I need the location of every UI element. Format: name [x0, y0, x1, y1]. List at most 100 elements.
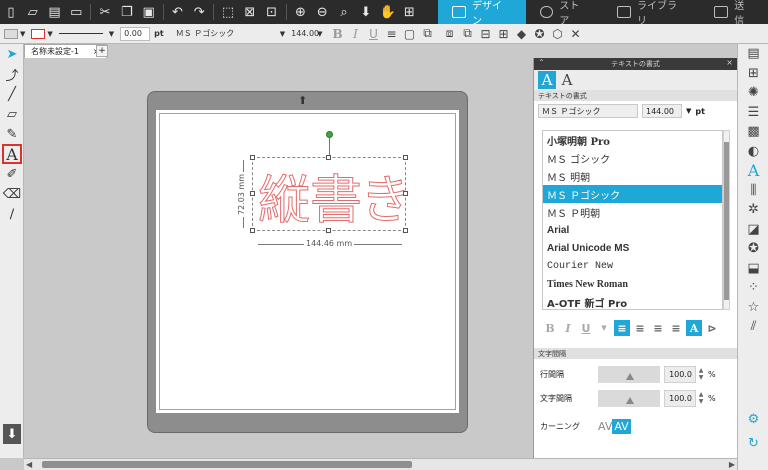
scroll-right-icon[interactable]: ▶ [729, 460, 735, 469]
open-icon[interactable]: ▱ [22, 1, 44, 23]
slider-thumb[interactable] [626, 396, 634, 404]
text-tool-icon[interactable]: A [2, 144, 22, 164]
settings-icon[interactable]: ⚙ [738, 410, 768, 430]
justify-icon[interactable]: ≡ [668, 320, 684, 336]
line-style-select[interactable]: ▼ [58, 30, 114, 38]
font-list-item[interactable]: Times New Roman [543, 276, 722, 294]
align-icon[interactable]: ≡ [383, 26, 401, 42]
spin-arrows-icon[interactable]: ▲ ▼ [696, 367, 706, 381]
text-path-tab-icon[interactable]: A [558, 71, 576, 89]
line-tool-icon[interactable]: ╱ [0, 84, 24, 104]
font-list-item-selected[interactable]: ＭＳ Ｐゴシック [543, 185, 722, 204]
registration-icon[interactable]: ⊞ [738, 64, 768, 84]
line-spacing-slider[interactable] [598, 365, 660, 383]
tab-design[interactable]: デザイン [438, 0, 526, 27]
move-down-icon[interactable]: ⬇ [355, 1, 377, 23]
font-list-item[interactable]: ＭＳ 明朝 [543, 167, 722, 185]
offset-icon[interactable]: ✪ [738, 239, 768, 259]
sync-icon[interactable]: ↻ [738, 434, 768, 454]
char-spacing-input[interactable]: 100.0 [664, 389, 696, 407]
italic-icon[interactable]: I [347, 26, 365, 42]
text-frame-icon[interactable]: ⧉ [419, 26, 437, 42]
chevron-down-icon[interactable]: ▼ [686, 107, 691, 115]
new-file-icon[interactable]: ▯ [0, 1, 22, 23]
redo-icon[interactable]: ↷ [188, 1, 210, 23]
favorites-icon[interactable]: ☆ [738, 298, 768, 318]
zoom-fit-icon[interactable]: ⌕ [333, 1, 355, 23]
group-icon[interactable]: ⧈ [441, 26, 459, 42]
font-list-item[interactable]: A-OTF 新ゴ Pro [543, 294, 722, 309]
fill-icon[interactable]: ◆ [513, 26, 531, 42]
copy-icon[interactable]: ❐ [116, 1, 138, 23]
release-icon[interactable]: ⊞ [495, 26, 513, 42]
font-list-item[interactable]: Courier New [543, 258, 722, 276]
font-list-item[interactable]: 小塚明朝 Pro [543, 131, 722, 149]
fill-pattern-icon[interactable]: ▩ [738, 122, 768, 142]
collapse-panel-icon[interactable]: ⬇ [3, 424, 21, 444]
font-name-field[interactable]: ＭＳ Ｐゴシック [538, 104, 638, 118]
select-trace-icon[interactable]: ⊡ [261, 1, 283, 23]
resize-handle[interactable] [403, 191, 408, 196]
line-spacing-input[interactable]: 100.0 [664, 365, 696, 383]
align-right-icon[interactable]: ≡ [650, 320, 666, 336]
add-page-icon[interactable]: ⊞ [398, 1, 420, 23]
horizontal-scroll-thumb[interactable] [42, 461, 412, 468]
tab-send[interactable]: 送信 [700, 0, 768, 27]
underline-icon[interactable]: U [578, 320, 594, 336]
text-direction-icon[interactable]: ⊳ [704, 320, 720, 336]
resize-handle[interactable] [326, 228, 331, 233]
star-icon[interactable]: ✪ [531, 26, 549, 42]
select-all-icon[interactable]: ⬚ [217, 1, 239, 23]
undo-icon[interactable]: ↶ [167, 1, 189, 23]
line-style-icon[interactable]: ☰ [738, 103, 768, 123]
deselect-icon[interactable]: ⊠ [239, 1, 261, 23]
replicate-icon[interactable]: ✲ [738, 200, 768, 220]
resize-handle[interactable] [403, 228, 408, 233]
zoom-out-icon[interactable]: ⊖ [311, 1, 333, 23]
close-icon[interactable]: ✕ [567, 26, 585, 42]
paste-icon[interactable]: ▣ [138, 1, 160, 23]
font-list-item[interactable]: Arial [543, 221, 722, 239]
align-center-icon[interactable]: ≡ [632, 320, 648, 336]
edit-text-icon[interactable]: ✐ [0, 164, 24, 184]
cut-icon[interactable]: ✂ [94, 1, 116, 23]
pan-icon[interactable]: ✋ [377, 1, 399, 23]
spin-arrows-icon[interactable]: ▲ ▼ [696, 391, 706, 405]
trace-icon[interactable]: ⬓ [738, 259, 768, 279]
print-icon[interactable]: ▭ [65, 1, 87, 23]
bold-icon[interactable]: B [329, 26, 347, 42]
char-spacing-slider[interactable] [598, 389, 660, 407]
zoom-in-icon[interactable]: ⊕ [290, 1, 312, 23]
color-palette-icon[interactable]: ✺ [738, 83, 768, 103]
transparency-icon[interactable]: ◐ [738, 142, 768, 162]
shape-tool-icon[interactable]: ▱ [0, 104, 24, 124]
font-list-item[interactable]: ＭＳ ゴシック [543, 149, 722, 167]
close-panel-icon[interactable]: × [726, 58, 733, 67]
knife-icon[interactable]: ∕ [0, 204, 24, 224]
italic-icon[interactable]: I [560, 320, 576, 336]
fill-color-picker[interactable]: ▼ [4, 28, 25, 39]
kerning-on-icon[interactable]: AV [612, 418, 631, 434]
text-style-tab-icon[interactable]: A [538, 71, 556, 89]
modify-icon[interactable]: ◪ [738, 220, 768, 240]
document-tab[interactable]: 名称未設定-1 × [24, 44, 107, 58]
3d-box-icon[interactable]: ⬡ [549, 26, 567, 42]
tab-store[interactable]: ストア [526, 0, 604, 27]
add-tab-button[interactable]: + [96, 45, 108, 57]
underline-icon[interactable]: U [365, 26, 383, 42]
font-list-scroll-thumb[interactable] [724, 142, 729, 300]
text-style-icon[interactable]: A [738, 161, 768, 181]
sketch-icon[interactable]: ⁘ [738, 278, 768, 298]
page-setup-icon[interactable]: ▤ [738, 44, 768, 64]
chevron-down-icon[interactable]: ▼ [596, 320, 612, 336]
resize-handle[interactable] [250, 228, 255, 233]
tab-library[interactable]: ライブラリ [603, 0, 700, 27]
align-left-icon[interactable]: ≡ [614, 320, 630, 336]
font-size-select[interactable]: 144.00 ▼ [291, 29, 322, 38]
slider-thumb[interactable] [626, 372, 634, 380]
resize-handle[interactable] [250, 191, 255, 196]
eraser-icon[interactable]: ⌫ [0, 184, 24, 204]
text-box-icon[interactable]: ▢ [401, 26, 419, 42]
vertical-text-icon[interactable]: A [686, 320, 702, 336]
font-list-item[interactable]: Arial Unicode MS [543, 240, 722, 258]
